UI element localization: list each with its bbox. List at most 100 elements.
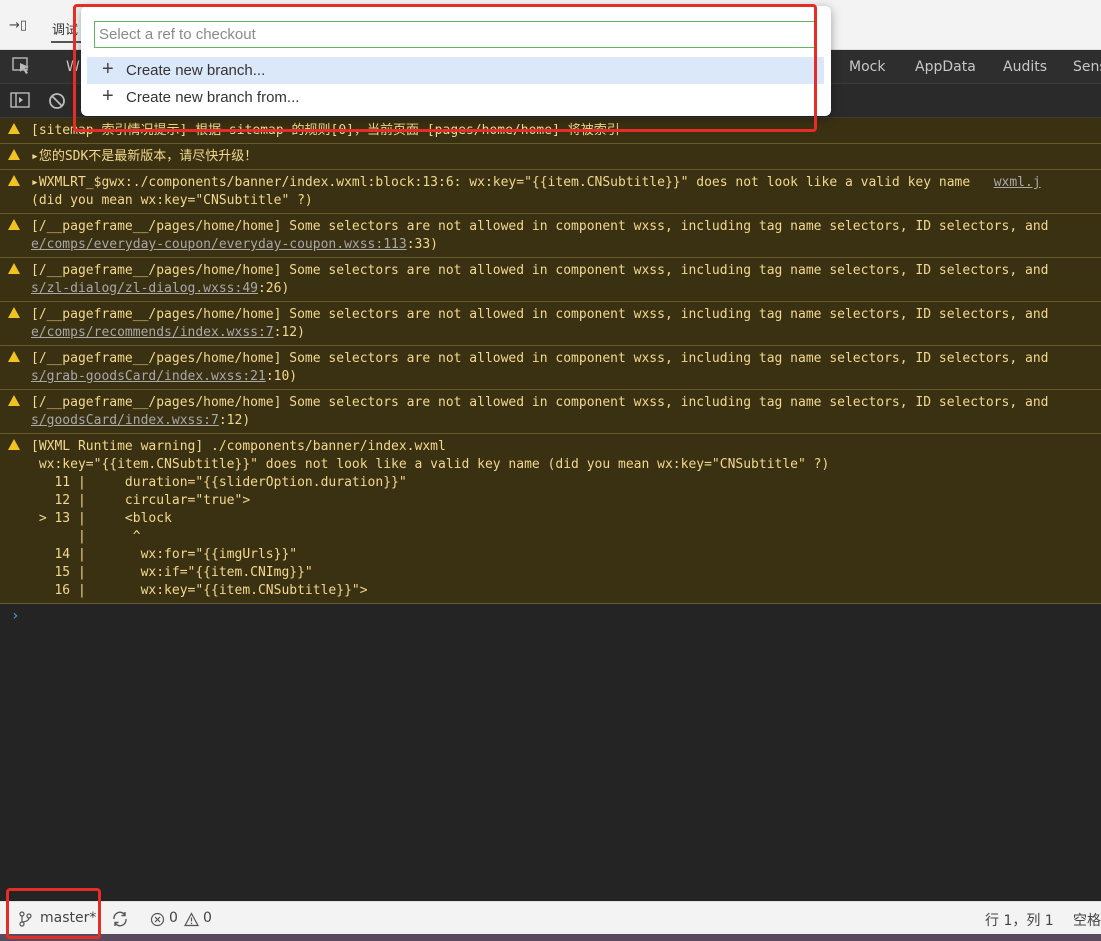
warning-icon bbox=[8, 123, 20, 134]
console-message-line: 14 | wx:for="{{imgUrls}}" bbox=[31, 546, 297, 564]
branch-name[interactable]: master* bbox=[40, 910, 96, 926]
message-text: [/__pageframe__/pages/home/home] Some se… bbox=[31, 351, 1049, 366]
collapse-panel-icon[interactable]: →▯ bbox=[9, 18, 27, 33]
console-message-line: s/zl-dialog/zl-dialog.wxss:49:26) bbox=[31, 280, 289, 298]
message-text: [sitemap 索引情况提示] 根据 sitemap 的规则[0]，当前页面 … bbox=[31, 123, 620, 138]
console-message-line: > 13 | <block bbox=[31, 510, 172, 528]
console-message-line: [/__pageframe__/pages/home/home] Some se… bbox=[31, 262, 1048, 280]
console-message-line: ▸您的SDK不是最新版本，请尽快升级！ bbox=[31, 148, 257, 166]
console-warning[interactable]: [/__pageframe__/pages/home/home] Some se… bbox=[0, 258, 1101, 302]
create-new-branch-from-option[interactable]: + Create new branch from... bbox=[87, 84, 824, 111]
source-link[interactable]: s/goodsCard/index.wxss:7 bbox=[31, 413, 219, 428]
tab-sensor[interactable]: Sens bbox=[1073, 59, 1101, 75]
plus-icon: + bbox=[102, 58, 114, 80]
console-warning[interactable]: [sitemap 索引情况提示] 根据 sitemap 的规则[0]，当前页面 … bbox=[0, 118, 1101, 144]
console-message-line: | ^ bbox=[31, 528, 141, 546]
tab-audits[interactable]: Audits bbox=[1003, 59, 1047, 75]
message-text: [/__pageframe__/pages/home/home] Some se… bbox=[31, 395, 1049, 410]
warning-icon[interactable] bbox=[184, 912, 199, 927]
message-text: (did you mean wx:key="CNSubtitle" ?) bbox=[31, 193, 313, 208]
warning-icon bbox=[8, 307, 20, 318]
source-link[interactable]: e/comps/recommends/index.wxss:7 bbox=[31, 325, 274, 340]
console-output: [sitemap 索引情况提示] 根据 sitemap 的规则[0]，当前页面 … bbox=[0, 118, 1101, 901]
console-message-line: ▸WXMLRT_$gwx:./components/banner/index.w… bbox=[31, 174, 1041, 192]
console-message-line: 12 | circular="true"> bbox=[31, 492, 250, 510]
desktop-strip bbox=[0, 934, 1101, 941]
console-message-line: [/__pageframe__/pages/home/home] Some se… bbox=[31, 394, 1048, 412]
console-warning[interactable]: ▸您的SDK不是最新版本，请尽快升级！ bbox=[0, 144, 1101, 170]
console-warning[interactable]: ▸WXMLRT_$gwx:./components/banner/index.w… bbox=[0, 170, 1101, 214]
warning-icon bbox=[8, 439, 20, 450]
console-message-line: 15 | wx:if="{{item.CNImg}}" bbox=[31, 564, 313, 582]
console-message-line: wx:key="{{item.CNSubtitle}}" does not lo… bbox=[31, 456, 830, 474]
error-count[interactable]: 0 bbox=[169, 910, 178, 926]
console-warning[interactable]: [WXML Runtime warning] ./components/bann… bbox=[0, 434, 1101, 604]
message-text: 14 | wx:for="{{imgUrls}}" bbox=[31, 547, 298, 562]
clear-console-icon[interactable] bbox=[48, 92, 66, 110]
checkout-quick-pick: + Create new branch... + Create new bran… bbox=[81, 6, 831, 116]
console-message-line: [sitemap 索引情况提示] 根据 sitemap 的规则[0]，当前页面 … bbox=[31, 122, 620, 140]
warning-icon bbox=[8, 263, 20, 274]
message-text: | ^ bbox=[31, 529, 141, 544]
message-text: 16 | wx:key="{{item.CNSubtitle}}"> bbox=[31, 583, 368, 598]
warning-icon bbox=[8, 149, 20, 160]
option-label: Create new branch... bbox=[126, 62, 266, 79]
console-message-line: [WXML Runtime warning] ./components/bann… bbox=[31, 438, 446, 456]
message-text: [/__pageframe__/pages/home/home] Some se… bbox=[31, 219, 1049, 234]
warning-icon bbox=[8, 395, 20, 406]
console-warning[interactable]: [/__pageframe__/pages/home/home] Some se… bbox=[0, 390, 1101, 434]
message-text: [/__pageframe__/pages/home/home] Some se… bbox=[31, 307, 1049, 322]
warning-count[interactable]: 0 bbox=[203, 910, 212, 926]
inspect-element-icon[interactable] bbox=[12, 57, 32, 75]
tab-partial[interactable]: W bbox=[66, 59, 80, 75]
console-warning[interactable]: [/__pageframe__/pages/home/home] Some se… bbox=[0, 302, 1101, 346]
console-message-line: 11 | duration="{{sliderOption.duration}}… bbox=[31, 474, 407, 492]
cursor-position[interactable]: 行 1，列 1 bbox=[985, 910, 1054, 930]
console-message-line: (did you mean wx:key="CNSubtitle" ?) bbox=[31, 192, 313, 210]
message-text: [/__pageframe__/pages/home/home] Some se… bbox=[31, 263, 1049, 278]
source-link[interactable]: e/comps/everyday-coupon/everyday-coupon.… bbox=[31, 237, 407, 252]
message-text: :26) bbox=[257, 281, 290, 296]
message-text: :12) bbox=[273, 325, 305, 340]
message-text: > 13 | <block bbox=[31, 511, 172, 526]
console-message-line: e/comps/everyday-coupon/everyday-coupon.… bbox=[31, 236, 438, 254]
console-message-line: 16 | wx:key="{{item.CNSubtitle}}"> bbox=[31, 582, 368, 600]
tab-debug[interactable]: 调试 bbox=[52, 19, 78, 38]
source-link[interactable]: wxml.j bbox=[994, 175, 1041, 190]
warning-icon bbox=[8, 219, 20, 230]
tab-mock[interactable]: Mock bbox=[849, 59, 885, 75]
warning-icon bbox=[8, 175, 20, 186]
status-bar: master* 0 0 行 1，列 1 空格 bbox=[0, 901, 1101, 934]
message-text: ▸WXMLRT_$gwx:./components/banner/index.w… bbox=[31, 175, 971, 190]
message-text: :10) bbox=[265, 369, 298, 384]
message-text: wx:key="{{item.CNSubtitle}}" does not lo… bbox=[31, 457, 830, 472]
message-text: [WXML Runtime warning] ./components/bann… bbox=[31, 439, 446, 454]
message-text: :12) bbox=[218, 413, 251, 428]
message-text: 11 | duration="{{sliderOption.duration}}… bbox=[31, 475, 407, 490]
warning-icon bbox=[8, 351, 20, 362]
console-warning[interactable]: [/__pageframe__/pages/home/home] Some se… bbox=[0, 214, 1101, 258]
source-link[interactable]: s/grab-goodsCard/index.wxss:21 bbox=[31, 369, 266, 384]
tab-appdata[interactable]: AppData bbox=[915, 59, 976, 75]
plus-icon: + bbox=[102, 85, 114, 107]
option-label: Create new branch from... bbox=[126, 89, 300, 106]
message-text: ▸您的SDK不是最新版本，请尽快升级！ bbox=[31, 149, 258, 164]
checkout-ref-input[interactable] bbox=[95, 22, 815, 47]
console-warning[interactable]: [/__pageframe__/pages/home/home] Some se… bbox=[0, 346, 1101, 390]
message-text: 15 | wx:if="{{item.CNImg}}" bbox=[31, 565, 313, 580]
console-prompt[interactable]: › bbox=[11, 608, 19, 624]
console-message-line: [/__pageframe__/pages/home/home] Some se… bbox=[31, 306, 1048, 324]
checkout-ref-input-wrapper bbox=[94, 21, 816, 48]
indentation-setting[interactable]: 空格 bbox=[1073, 910, 1101, 930]
console-message-line: s/grab-goodsCard/index.wxss:21:10) bbox=[31, 368, 297, 386]
show-sidebar-icon[interactable] bbox=[10, 92, 30, 108]
console-message-line: [/__pageframe__/pages/home/home] Some se… bbox=[31, 218, 1048, 236]
error-icon[interactable] bbox=[150, 912, 165, 927]
create-new-branch-option[interactable]: + Create new branch... bbox=[87, 57, 824, 84]
sync-icon[interactable] bbox=[111, 910, 129, 928]
console-message-line: [/__pageframe__/pages/home/home] Some se… bbox=[31, 350, 1048, 368]
source-link[interactable]: s/zl-dialog/zl-dialog.wxss:49 bbox=[31, 281, 258, 296]
message-text: 12 | circular="true"> bbox=[31, 493, 251, 508]
source-control-branch-icon bbox=[19, 911, 32, 927]
console-message-line: e/comps/recommends/index.wxss:7:12) bbox=[31, 324, 305, 342]
